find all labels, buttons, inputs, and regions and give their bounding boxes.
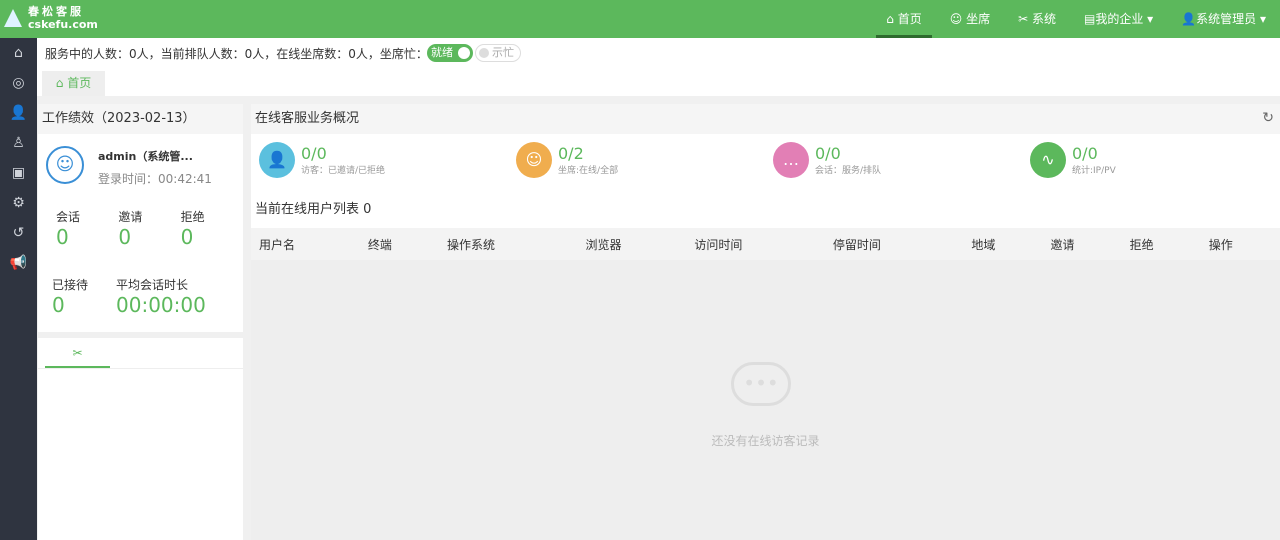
- user-name: admin（系统管...: [98, 150, 193, 163]
- pulse-icon: ∿: [1030, 142, 1066, 178]
- stat-value: 0: [118, 225, 132, 249]
- column-header: 操作: [1200, 228, 1280, 260]
- chat-icon: …: [773, 142, 809, 178]
- logo-domain: cskefu.com: [28, 18, 98, 31]
- user-icon: 👤: [1181, 12, 1197, 26]
- performance-card: 工作绩效（2023-02-13） ☺ admin（系统管... 登录时间：00:…: [38, 104, 243, 332]
- overview-panel: 在线客服业务概况 ↻ 👤 0/0 访客：已邀请/已拒绝 ☺ 0/2 坐席:在线/全部 ……: [251, 104, 1280, 540]
- empty-message: 还没有在线访客记录: [711, 434, 820, 448]
- stat-traffic: ∿ 0/0 统计:IP/PV: [1030, 142, 1116, 178]
- logo-text: 春松客服: [28, 5, 84, 18]
- online-users-table: 用户名 终端 操作系统 浏览器 访问时间 停留时间 地域 邀请 拒绝 操作: [251, 228, 1280, 260]
- visitor-icon: 👤: [259, 142, 295, 178]
- nav-label: 系统: [1032, 12, 1057, 26]
- stat-value: 0: [56, 225, 69, 249]
- ready-toggle[interactable]: 就绪: [427, 44, 473, 62]
- performance-title: 工作绩效（2023-02-13）: [38, 104, 243, 134]
- online-users-title: 当前在线用户列表 0: [251, 192, 1280, 228]
- stat-agents: ☺ 0/2 坐席:在线/全部: [516, 142, 618, 178]
- building-icon: ▤: [1084, 12, 1096, 26]
- column-header: 访问时间: [686, 228, 825, 260]
- nav-system[interactable]: ✂ 系统: [1008, 0, 1066, 38]
- column-header: 停留时间: [824, 228, 964, 260]
- stat-label: 坐席:在线/全部: [558, 166, 619, 176]
- empty-chat-icon: •••: [731, 362, 791, 406]
- monitor-icon[interactable]: ▣: [0, 158, 37, 188]
- stat-label: 会话: [56, 210, 81, 224]
- column-header: 浏览器: [577, 228, 687, 260]
- stat-avg-duration: 平均会话时长 00:00:00: [116, 276, 206, 317]
- tools-icon: ✂: [72, 346, 83, 360]
- refresh-icon[interactable]: ↻: [1262, 110, 1274, 126]
- home-icon: ⌂: [886, 12, 894, 26]
- stat-value: 0: [180, 225, 194, 249]
- agent-avatar: ☺: [46, 146, 84, 184]
- stat-label: 拒绝: [180, 210, 205, 224]
- nav-my-company[interactable]: ▤我的企业 ▾: [1074, 0, 1163, 38]
- headset-icon: ☺: [516, 142, 552, 178]
- history-icon[interactable]: ↺: [0, 218, 37, 248]
- megaphone-icon[interactable]: 📢: [0, 248, 37, 278]
- gear-icon[interactable]: ⚙: [0, 188, 37, 218]
- top-nav: ⌂ 首页 ☺ 坐席 ✂ 系统 ▤我的企业 ▾ 👤系统管理员 ▾: [872, 0, 1280, 38]
- chat-icon[interactable]: ◎: [0, 68, 37, 98]
- stat-served: 已接待 0: [52, 276, 88, 317]
- status-bar: 服务中的人数：0人，当前排队人数：0人，在线坐席数：0人，坐席忙：0人 就绪 示…: [37, 38, 1280, 96]
- stat-value: 0/0: [301, 144, 327, 163]
- column-header: 拒绝: [1121, 228, 1201, 260]
- column-header: 操作系统: [438, 228, 578, 260]
- nav-label: 系统管理员 ▾: [1196, 12, 1266, 26]
- home-icon[interactable]: ⌂: [0, 38, 37, 68]
- stat-rejects: 拒绝 0: [181, 208, 243, 249]
- stat-value: 0: [52, 293, 65, 317]
- stat-label: 会话：服务/排队: [815, 166, 882, 176]
- stat-label: 统计:IP/PV: [1072, 166, 1116, 176]
- tools-card: ✂: [38, 338, 243, 540]
- sidebar: ⌂ ◎ 👤 ♙ ▣ ⚙ ↺ 📢: [0, 38, 37, 540]
- tools-icon: ✂: [1018, 12, 1029, 26]
- column-header: 地域: [963, 228, 1043, 260]
- tab-home[interactable]: ⌂ 首页: [42, 71, 105, 96]
- stat-label: 已接待: [52, 278, 89, 292]
- stat-value: 0/0: [1072, 144, 1098, 163]
- stat-label: 邀请: [118, 210, 143, 224]
- busy-toggle[interactable]: 示忙: [475, 44, 521, 62]
- column-header: 用户名: [251, 228, 360, 260]
- status-text: 服务中的人数：0人，当前排队人数：0人，在线坐席数：0人，坐席忙：0人: [45, 47, 448, 61]
- nav-seats[interactable]: ☺ 坐席: [940, 0, 1000, 38]
- overview-title: 在线客服业务概况: [251, 104, 1280, 134]
- stat-invites: 邀请 0: [118, 208, 180, 249]
- stat-sessions: … 0/0 会话：服务/排队: [773, 142, 881, 178]
- column-header: 邀请: [1042, 228, 1122, 260]
- column-header: 终端: [359, 228, 439, 260]
- stat-label: 访客：已邀请/已拒绝: [301, 166, 386, 176]
- agent-icon: ☺: [949, 12, 963, 26]
- nav-user-menu[interactable]: 👤系统管理员 ▾: [1171, 0, 1276, 38]
- stat-visitors: 👤 0/0 访客：已邀请/已拒绝: [259, 142, 385, 178]
- login-time: 登录时间：00:42:41: [98, 172, 212, 186]
- stat-value: 00:00:00: [116, 293, 206, 317]
- stat-value: 0/0: [815, 144, 841, 163]
- stat-sessions: 会话 0: [56, 208, 118, 249]
- stat-value: 0/2: [558, 144, 584, 163]
- tools-tab[interactable]: ✂: [45, 346, 110, 368]
- user-icon[interactable]: 👤: [0, 98, 37, 128]
- stat-label: 平均会话时长: [116, 278, 189, 292]
- top-bar: 春松客服 cskefu.com ⌂ 首页 ☺ 坐席 ✂ 系统 ▤我的企业 ▾ 👤系…: [0, 0, 1280, 38]
- nav-label: 坐席: [966, 12, 991, 26]
- nav-home[interactable]: ⌂ 首页: [876, 0, 932, 38]
- nav-label: 我的企业 ▾: [1095, 12, 1154, 26]
- contacts-icon[interactable]: ♙: [0, 128, 37, 158]
- nav-label: 首页: [897, 12, 922, 26]
